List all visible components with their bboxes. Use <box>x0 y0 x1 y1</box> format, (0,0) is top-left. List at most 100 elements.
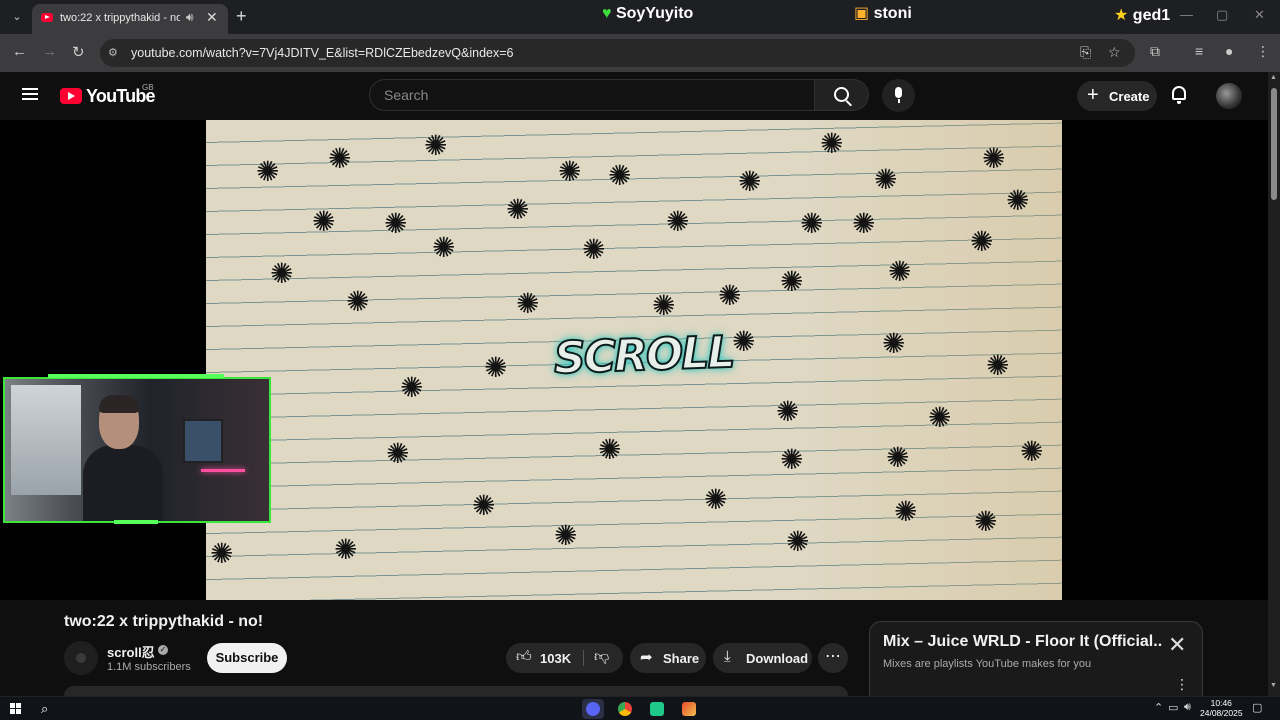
download-button[interactable]: ⤓ Download <box>713 643 812 673</box>
forward-arrow-icon[interactable]: → <box>42 43 57 60</box>
chrome-app-icon[interactable] <box>614 699 636 719</box>
search-box[interactable] <box>369 79 815 111</box>
description-box[interactable] <box>64 686 848 696</box>
like-count: 103K <box>540 651 572 666</box>
install-app-icon[interactable]: ⎘ <box>1080 44 1091 61</box>
scroll-up-arrow-icon[interactable]: ▲ <box>1270 74 1277 81</box>
share-button[interactable]: ➦ Share <box>630 643 706 673</box>
rl-app-icon[interactable] <box>678 699 700 719</box>
video-title: two:22 x trippythakid - no! <box>64 613 264 630</box>
browser-menu-icon[interactable]: ⋮ <box>1256 43 1270 60</box>
doodle-flower: ✺ <box>800 207 824 240</box>
doodle-flower: ✺ <box>506 193 530 226</box>
tab-close-icon[interactable]: ✕ <box>206 9 218 26</box>
speaker-icon[interactable]: 🔊︎ <box>186 10 194 25</box>
volume-icon[interactable]: 🔊︎ <box>1184 701 1191 714</box>
doodle-flower: ✺ <box>738 165 762 198</box>
share-label: Share <box>663 651 700 666</box>
webcam-window-light <box>11 385 81 495</box>
doodle-flower: ✺ <box>256 155 280 188</box>
minimize-icon[interactable]: — <box>1180 7 1193 22</box>
verified-check-icon: ✓ <box>158 645 168 655</box>
doodle-flower: ✺ <box>1020 435 1044 468</box>
share-arrow-icon: ➦ <box>640 649 653 666</box>
doodle-flower: ✺ <box>1006 184 1030 217</box>
discord-app-icon[interactable] <box>582 699 604 719</box>
doodle-flower: ✺ <box>894 495 918 528</box>
windows-start-icon[interactable] <box>10 703 22 715</box>
scroll-down-arrow-icon[interactable]: ▼ <box>1270 682 1277 689</box>
mix-subtitle: Mixes are playlists YouTube makes for yo… <box>883 658 1092 670</box>
more-actions-icon[interactable]: ⋯ <box>818 643 848 673</box>
back-arrow-icon[interactable]: ← <box>12 43 27 60</box>
doodle-flower: ✺ <box>986 349 1010 382</box>
doodle-flower: ✺ <box>786 525 810 558</box>
webcam-background-monitor <box>183 419 223 463</box>
url-text[interactable]: youtube.com/watch?v=7Vj4JDITV_E&list=RDl… <box>131 46 513 60</box>
clock-time: 10:46 <box>1210 698 1232 708</box>
overlay-name-1: SoyYuyito <box>615 5 694 22</box>
doodle-flower: ✺ <box>386 437 410 470</box>
doodle-flower: ✺ <box>928 401 952 434</box>
account-avatar[interactable] <box>1216 83 1242 109</box>
site-info-icon[interactable]: ⚙ <box>108 46 118 59</box>
hamburger-menu-icon[interactable] <box>22 88 38 100</box>
extensions-puzzle-icon[interactable]: ⧉ <box>1150 43 1160 60</box>
close-icon[interactable]: ✕ <box>1168 632 1186 658</box>
video-frame-lined-paper[interactable]: ✺ ✺ ✺ ✺ ✺ ✺ ✺ ✺ ✺ ✺ ✺ ✺ ✺ ✺ ✺ ✺ ✺ ✺ ✺ ✺ … <box>206 120 1062 600</box>
network-icon[interactable]: ▭ <box>1168 701 1178 714</box>
doodle-flower: ✺ <box>484 351 508 384</box>
channel-avatar[interactable] <box>64 641 98 675</box>
media-queue-icon[interactable]: ≡ <box>1195 43 1203 59</box>
reload-icon[interactable]: ↻ <box>72 43 85 61</box>
doodle-flower: ✺ <box>666 205 690 238</box>
window-close-icon[interactable]: ✕ <box>1254 7 1265 23</box>
windows-taskbar: ⌕ ⌃ ▭ 🔊︎ 10:46 24/08/2025 ▢ <box>0 696 1280 720</box>
doodle-flower: ✺ <box>384 207 408 240</box>
taskbar-clock[interactable]: 10:46 24/08/2025 <box>1200 698 1243 718</box>
profile-avatar-icon[interactable]: ● <box>1225 43 1233 59</box>
youtube-logo-icon[interactable] <box>60 88 82 104</box>
overlay-user-2: ▣ stoni <box>854 3 912 23</box>
kebab-menu-icon[interactable]: ⋮ <box>1175 676 1189 693</box>
clock-date: 24/08/2025 <box>1200 708 1243 718</box>
like-button[interactable]: 👍︎ 103K <box>506 643 582 673</box>
doodle-flower: ✺ <box>400 371 424 404</box>
search-button[interactable] <box>815 79 869 111</box>
doodle-flower: ✺ <box>888 255 912 288</box>
region-code: GB <box>142 83 154 92</box>
green-app-icon[interactable] <box>646 699 668 719</box>
maximize-icon[interactable]: ▢ <box>1216 7 1228 23</box>
streamer-figure <box>83 395 163 521</box>
doodle-flower: ✺ <box>886 441 910 474</box>
channel-name[interactable]: scroll忍 <box>107 642 155 661</box>
mix-title[interactable]: Mix – Juice WRLD - Floor It (Official... <box>883 633 1163 651</box>
dislike-button[interactable]: 👎︎ <box>584 643 623 673</box>
doodle-flower: ✺ <box>598 433 622 466</box>
tray-chevron-icon[interactable]: ⌃ <box>1154 701 1163 714</box>
create-button[interactable]: + Create <box>1077 81 1157 111</box>
page-scrollbar[interactable]: ▲ ▼ <box>1268 72 1280 696</box>
tab-search-chevron-icon[interactable]: ⌄ <box>8 8 26 26</box>
doodle-flower: ✺ <box>472 489 496 522</box>
new-tab-plus-icon[interactable]: + <box>236 6 247 27</box>
doodle-flower: ✺ <box>328 142 352 175</box>
webcam-frame-accent <box>48 374 224 378</box>
subscribe-button[interactable]: Subscribe <box>207 643 287 673</box>
address-bar[interactable]: ⚙ youtube.com/watch?v=7Vj4JDITV_E&list=R… <box>100 39 1135 67</box>
thumbs-up-icon: 👍︎ <box>516 648 532 665</box>
doodle-flower: ✺ <box>334 533 358 566</box>
browser-tab-active[interactable]: two:22 x trippythakid - no! 🔊︎ ✕ <box>32 4 228 34</box>
voice-search-button[interactable] <box>882 79 915 112</box>
taskbar-search-icon[interactable]: ⌕ <box>41 701 48 717</box>
search-input[interactable] <box>382 86 806 104</box>
scrollbar-thumb[interactable] <box>1271 88 1277 200</box>
doodle-flower: ✺ <box>982 142 1006 175</box>
doodle-flower: ✺ <box>820 127 844 160</box>
notification-center-icon[interactable]: ▢ <box>1252 701 1262 714</box>
video-player[interactable]: ✺ ✺ ✺ ✺ ✺ ✺ ✺ ✺ ✺ ✺ ✺ ✺ ✺ ✺ ✺ ✺ ✺ ✺ ✺ ✺ … <box>0 120 1268 600</box>
bookmark-star-icon[interactable]: ☆ <box>1108 44 1121 61</box>
doodle-flower: ✺ <box>718 279 742 312</box>
download-icon: ⤓ <box>724 648 731 665</box>
notifications-bell-icon[interactable] <box>1172 86 1186 104</box>
